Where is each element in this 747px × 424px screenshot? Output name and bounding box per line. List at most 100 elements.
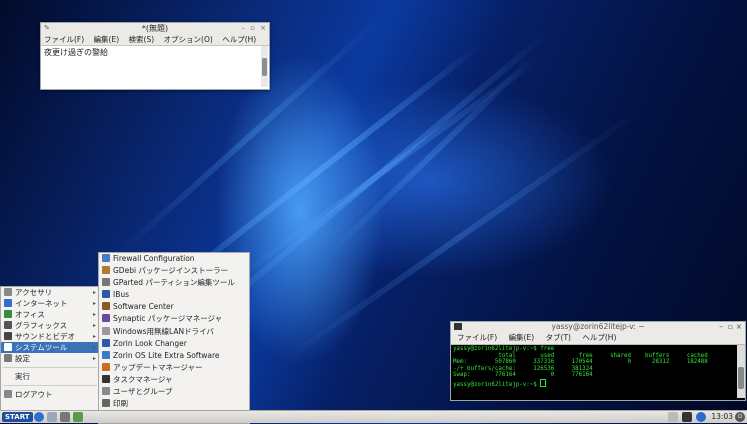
system-tools-item[interactable]: Zorin OS Lite Extra Software: [99, 350, 249, 362]
terminal-line: yassy@zorin62litejp-v:~$ free: [453, 346, 555, 352]
update-icon: [102, 362, 110, 371]
editor-title: *(無題): [141, 24, 169, 33]
submenu-arrow-icon: ▸: [92, 355, 96, 362]
run-menu-item[interactable]: 実行: [1, 371, 99, 382]
terminal-menubar: ファイル(F) 編集(E) タブ(T) ヘルプ(H): [451, 332, 745, 345]
menu-search[interactable]: 検索(S): [129, 35, 155, 44]
media-player-icon[interactable]: [60, 412, 70, 422]
maximize-icon[interactable]: ▫: [250, 23, 255, 34]
system-tools-item[interactable]: GParted パーティション編集ツール: [99, 277, 249, 289]
submenu-arrow-icon: ▸: [92, 333, 96, 340]
volume-icon[interactable]: [668, 412, 678, 422]
settings-icon: [4, 354, 12, 362]
firewall-icon: [102, 254, 110, 262]
network-icon[interactable]: [682, 412, 692, 422]
minimize-icon[interactable]: –: [719, 322, 723, 332]
power-icon[interactable]: ⏻: [735, 412, 745, 422]
clock[interactable]: 13:03: [711, 411, 733, 423]
app-launcher-icon[interactable]: [73, 412, 83, 422]
start-menu-item[interactable]: グラフィックス ▸: [1, 320, 99, 331]
submenu-arrow-icon: ▸: [92, 344, 96, 351]
info-icon[interactable]: [696, 412, 706, 422]
start-menu-item[interactable]: 設定 ▸: [1, 353, 99, 364]
editor-app-icon: ✎: [44, 24, 50, 32]
editor-content[interactable]: 夜更け過ぎの警給: [44, 47, 266, 58]
submenu-arrow-icon: ▸: [92, 322, 96, 329]
editor-text-area[interactable]: 夜更け過ぎの警給: [41, 46, 269, 89]
start-menu-item[interactable]: オフィス ▸: [1, 309, 99, 320]
terminal-prompt-line: yassy@zorin62litejp-v:~$: [453, 378, 743, 389]
graphics-icon: [4, 321, 12, 329]
menu-options[interactable]: オプション(O): [164, 35, 213, 44]
system-tools-submenu: Firewall Configuration GDebi パッケージインストーラー…: [98, 252, 250, 424]
menu-separator: [3, 367, 97, 368]
gparted-icon: [102, 278, 110, 287]
ibus-icon: [102, 290, 110, 299]
close-icon[interactable]: ×: [736, 322, 742, 332]
terminal-output[interactable]: yassy@zorin62litejp-v:~$ free total used…: [451, 345, 745, 400]
maximize-icon[interactable]: ▫: [728, 322, 733, 332]
menu-file[interactable]: ファイル(F): [44, 35, 84, 44]
browser-icon[interactable]: [34, 412, 44, 422]
terminal-line: Swap: 776164 0 776164: [453, 372, 593, 379]
menu-file[interactable]: ファイル(F): [457, 333, 497, 342]
system-tools-icon: [4, 343, 12, 351]
start-menu-item[interactable]: アクセサリ ▸: [1, 287, 99, 298]
terminal-app-icon: [454, 323, 462, 330]
start-menu-item[interactable]: サウンドとビデオ ▸: [1, 331, 99, 342]
editor-scrollbar[interactable]: [261, 46, 268, 87]
sound-icon: [4, 332, 12, 340]
start-menu: アクセサリ ▸ インターネット ▸ オフィス ▸ グラフィックス ▸ サウンドとビデオ ▸ システム…: [0, 286, 100, 412]
taskbar: START 13:03 ⏻: [0, 410, 747, 423]
editor-menubar: ファイル(F) 編集(E) 検索(S) オプション(O) ヘルプ(H): [41, 34, 269, 46]
synaptic-icon: [102, 314, 110, 323]
terminal-scrollbar[interactable]: [737, 345, 745, 398]
minimize-icon[interactable]: –: [242, 23, 246, 34]
system-tools-item[interactable]: Synaptic パッケージマネージャ: [99, 313, 249, 325]
users-icon: [102, 387, 110, 396]
terminal-titlebar[interactable]: yassy@zorin62litejp-v: ~ – ▫ ×: [451, 322, 745, 332]
submenu-arrow-icon: ▸: [92, 311, 96, 318]
printer-icon: [102, 399, 110, 408]
terminal-line: Mem: 507860 337316 170544 0 28312 182488: [453, 359, 708, 366]
logout-icon: [4, 390, 12, 398]
accessories-icon: [4, 288, 12, 296]
submenu-arrow-icon: ▸: [92, 300, 96, 307]
wifi-driver-icon: [102, 326, 110, 335]
system-tools-item[interactable]: アップデートマネージャー: [99, 362, 249, 374]
start-menu-item[interactable]: インターネット ▸: [1, 298, 99, 309]
close-icon[interactable]: ×: [260, 23, 266, 34]
editor-titlebar[interactable]: ✎ *(無題) – ▫ ×: [41, 23, 269, 34]
package-icon: [102, 266, 110, 275]
system-tools-item[interactable]: IBus: [99, 289, 249, 301]
terminal-title: yassy@zorin62litejp-v: ~: [551, 322, 645, 331]
system-tools-item[interactable]: 印刷: [99, 398, 249, 410]
menu-tabs[interactable]: タブ(T): [546, 333, 571, 342]
terminal-line: total used free shared buffers cached: [453, 352, 708, 359]
start-button[interactable]: START: [2, 412, 33, 422]
system-tools-item[interactable]: GDebi パッケージインストーラー: [99, 265, 249, 277]
menu-separator: [3, 385, 97, 386]
software-center-icon: [102, 302, 110, 311]
office-icon: [4, 310, 12, 318]
menu-help[interactable]: ヘルプ(H): [582, 333, 616, 342]
system-tools-item[interactable]: ユーザとグループ: [99, 386, 249, 398]
start-menu-item[interactable]: システムツール ▸: [1, 342, 99, 353]
menu-edit[interactable]: 編集(E): [94, 35, 120, 44]
terminal-window[interactable]: yassy@zorin62litejp-v: ~ – ▫ × ファイル(F) 編…: [450, 321, 746, 401]
system-tools-item[interactable]: Zorin Look Changer: [99, 338, 249, 350]
system-tools-item[interactable]: Software Center: [99, 301, 249, 313]
task-manager-icon: [102, 374, 110, 383]
system-tools-item[interactable]: タスクマネージャ: [99, 374, 249, 386]
text-editor-window[interactable]: ✎ *(無題) – ▫ × ファイル(F) 編集(E) 検索(S) オプション(…: [40, 22, 270, 90]
system-tools-item[interactable]: Windows用無線LANドライバ: [99, 326, 249, 338]
file-manager-icon[interactable]: [47, 412, 57, 422]
menu-help[interactable]: ヘルプ(H): [222, 35, 256, 44]
zorin-icon: [102, 350, 110, 359]
logout-menu-item[interactable]: ログアウト: [1, 389, 99, 400]
terminal-cursor: [540, 378, 547, 387]
system-tools-item[interactable]: Firewall Configuration: [99, 253, 249, 265]
submenu-arrow-icon: ▸: [92, 289, 96, 296]
menu-edit[interactable]: 編集(E): [509, 333, 535, 342]
look-changer-icon: [102, 338, 110, 347]
